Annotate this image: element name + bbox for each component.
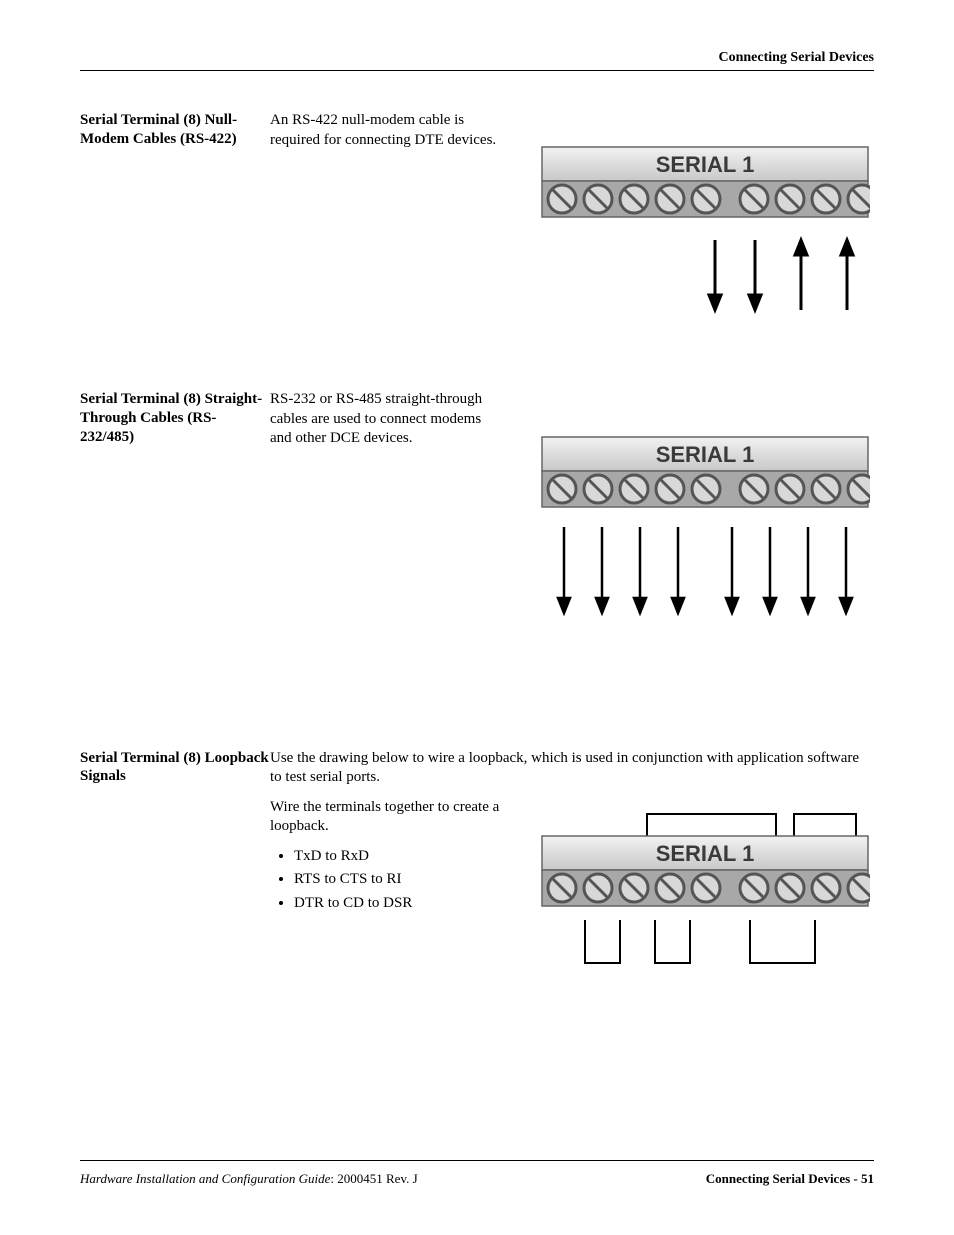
- section-intro: Use the drawing below to wire a loopback…: [270, 749, 874, 788]
- footer-doc-info: : 2000451 Rev. J: [330, 1171, 417, 1186]
- footer-page-label: Connecting Serial Devices - 51: [706, 1171, 874, 1187]
- section-body: Wire the terminals together to create a …: [270, 798, 500, 837]
- section-heading: Serial Terminal (8) Straight-Through Cab…: [80, 390, 270, 446]
- section-body: RS-232 or RS-485 straight-through cables…: [270, 390, 500, 449]
- diagram-label: SERIAL 1: [656, 152, 755, 177]
- running-header: Connecting Serial Devices: [80, 50, 874, 71]
- section-heading: Serial Terminal (8) Loopback Signals: [80, 749, 270, 787]
- diagram-loopback: SERIAL 1: [540, 808, 870, 988]
- diagram-straight-through: SERIAL 1: [540, 435, 870, 635]
- diagram-label: SERIAL 1: [656, 442, 755, 467]
- header-title: Connecting Serial Devices: [718, 50, 874, 65]
- diagram-label: SERIAL 1: [656, 841, 755, 866]
- diagram-null-modem: SERIAL 1: [540, 145, 870, 335]
- page-footer: Hardware Installation and Configuration …: [80, 1160, 874, 1187]
- section-body: An RS-422 null-modem cable is required f…: [270, 111, 500, 150]
- footer-guide-title: Hardware Installation and Configuration …: [80, 1171, 330, 1186]
- section-heading: Serial Terminal (8) Null-Modem Cables (R…: [80, 111, 270, 149]
